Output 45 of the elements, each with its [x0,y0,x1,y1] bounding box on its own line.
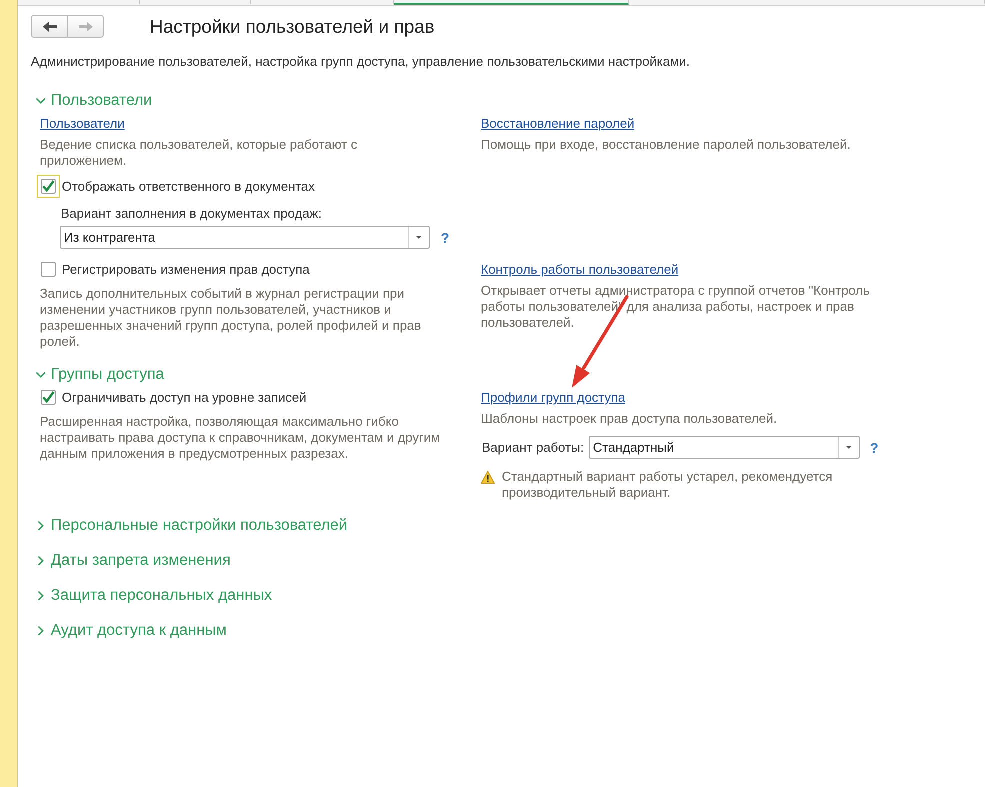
chevron-down-icon [36,372,46,378]
tab[interactable] [394,0,629,5]
chevron-right-icon [38,556,44,566]
section-toggle[interactable]: Аудит доступа к данным [36,620,227,642]
arrow-left-icon [42,22,56,32]
section-toggle[interactable]: Пользователи [36,90,152,112]
checkbox[interactable] [37,175,60,198]
hint-text: Ведение списка пользователей, которые работают с приложением. [40,137,358,169]
section-toggle[interactable]: Персональные настройки пользователей [36,515,348,537]
checkbox-label[interactable]: Регистрировать изменения прав доступа [62,262,310,278]
chevron-down-icon [36,98,46,104]
chevron-right-icon [38,591,44,601]
section-toggle[interactable]: Группы доступа [36,364,164,386]
check-icon [42,180,55,193]
back-button[interactable] [31,15,68,38]
field-label: Вариант заполнения в документах продаж: [61,206,323,222]
help-link[interactable]: ? [441,230,450,246]
checkbox-label[interactable]: Отображать ответственного в документах [62,178,316,194]
link[interactable]: Восстановление паролей [481,116,635,132]
chevron-right-icon [38,521,44,531]
arrow-right-icon [78,22,92,32]
link[interactable]: Пользователи [40,116,125,132]
link[interactable]: Контроль работы пользователей [481,262,679,278]
hint-text: Запись дополнительных событий в журнал регистрации при изменении участников групп пользователей, участников и разрешенных значений групп доступа, ролей профилей и прав ролей. [40,286,422,350]
caret-down-icon [416,236,422,239]
hint-text: Шаблоны настроек прав доступа пользователей. [481,411,778,427]
dropdown-field[interactable]: Из контрагента [60,226,430,249]
field-label: Вариант работы: [482,440,584,456]
caret-down-icon [846,446,852,449]
section-toggle[interactable]: Защита персональных данных [36,585,272,607]
checkbox[interactable] [41,390,56,405]
page-description: Администрирование пользователей, настройка групп доступа, управление пользовательскими настройками. [31,54,692,70]
check-icon [42,391,55,404]
warning-icon [481,471,495,484]
help-link[interactable]: ? [870,440,879,456]
hint-text: Расширенная настройка, позволяющая максимально гибко настраивать права доступа к справочникам, документам и другим данным приложения в предусмотренных разрезах. [40,414,440,462]
page-title: Настройки пользователей и прав [150,16,435,38]
warning-text: Стандартный вариант работы устарел, рекомендуется производительный вариант. [502,469,833,501]
chevron-right-icon [38,626,44,636]
hint-text: Помощь при входе, восстановление паролей пользователей. [481,137,851,153]
checkbox[interactable] [41,262,56,277]
link[interactable]: Профили групп доступа [481,390,626,406]
checkbox-label[interactable]: Ограничивать доступ на уровне записей [62,390,307,406]
section-toggle[interactable]: Даты запрета изменения [36,550,231,572]
dropdown-field[interactable]: Стандартный [589,436,860,459]
